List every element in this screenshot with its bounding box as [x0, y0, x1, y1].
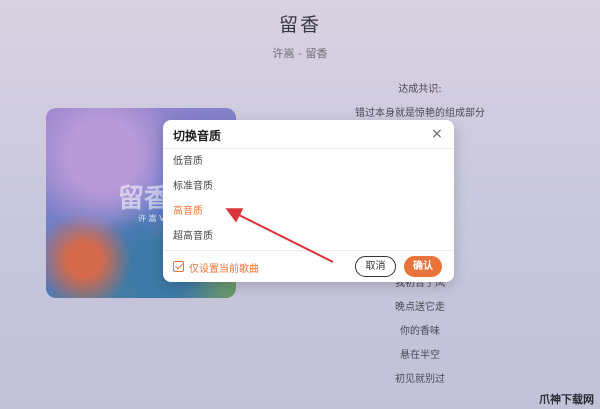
quality-dialog: 切换音质 × 低音质 标准音质 高音质 超高音质 仅设置当前歌曲 取消 确认	[163, 120, 454, 282]
lyric-line: 晚点送它走	[395, 302, 445, 313]
lyric-line: 错过本身就是惊艳的组成部分	[355, 108, 485, 119]
option-high-quality[interactable]: 高音质	[163, 200, 454, 224]
lyric-line: 达成共识:	[398, 84, 442, 95]
song-subtitle: 许嵩 - 留香	[272, 47, 328, 60]
option-super-quality[interactable]: 超高音质	[163, 225, 454, 249]
checkbox-checked-icon[interactable]	[173, 261, 184, 272]
option-low-quality[interactable]: 低音质	[163, 150, 454, 174]
dialog-title: 切换音质	[173, 129, 222, 143]
song-title: 留香	[278, 14, 321, 36]
option-standard-quality[interactable]: 标准音质	[163, 175, 454, 199]
lyric-line: 你的香味	[400, 326, 440, 337]
dialog-header: 切换音质 ×	[163, 120, 454, 149]
lyric-line: 初见就别过	[395, 374, 445, 385]
dialog-footer: 仅设置当前歌曲 取消 确认	[163, 250, 454, 282]
site-watermark: 爪神下载网	[539, 393, 594, 406]
checkbox-label: 仅设置当前歌曲	[189, 264, 259, 275]
confirm-button[interactable]: 确认	[404, 256, 442, 277]
close-icon[interactable]: ×	[430, 127, 444, 141]
lyric-line: 悬在半空	[400, 350, 440, 361]
cancel-button[interactable]: 取消	[355, 256, 396, 277]
